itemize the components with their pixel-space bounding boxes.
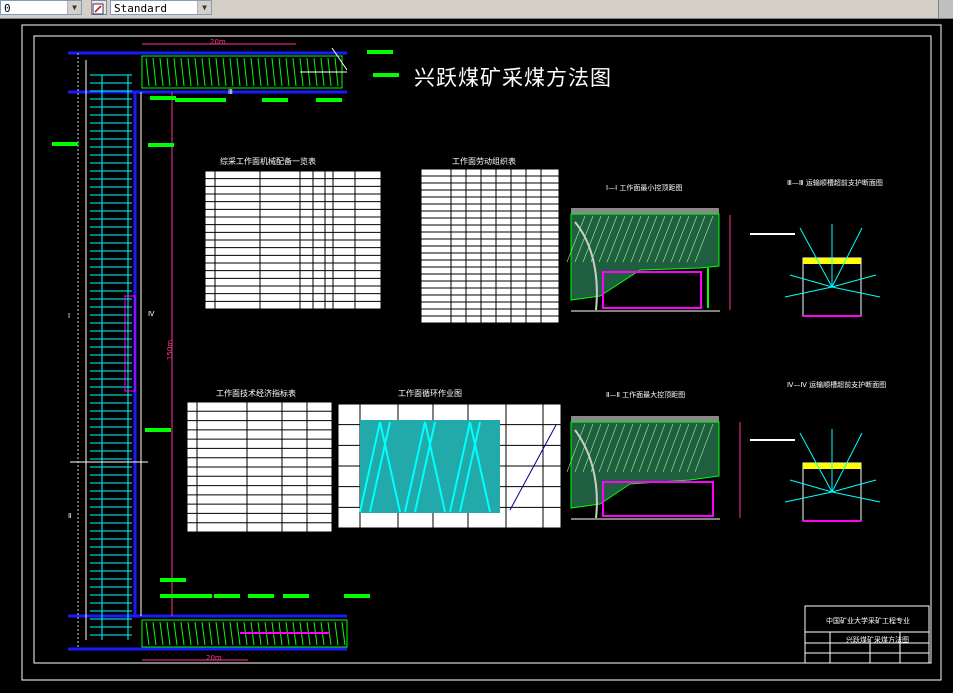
labor-table xyxy=(420,168,560,324)
working-face xyxy=(70,53,173,649)
outer-frame xyxy=(21,24,942,681)
table1-title: 综采工作面机械配备一览表 xyxy=(220,157,316,166)
chevron-down-icon[interactable]: ▼ xyxy=(197,1,211,14)
dim-side: 150m xyxy=(166,339,175,361)
section-I-I xyxy=(566,208,731,312)
section-II-II xyxy=(566,416,741,520)
text-style-icon[interactable] xyxy=(91,0,107,15)
dim-bottom: 20m xyxy=(206,654,222,662)
text-style-value: Standard xyxy=(114,2,167,15)
marker-I: Ⅰ xyxy=(68,312,71,320)
table4-title: 工作面循环作业图 xyxy=(398,389,462,398)
cycle-chart xyxy=(337,403,562,529)
section2-title: Ⅱ—Ⅱ 工作面最大控顶距图 xyxy=(606,391,686,399)
tech-econ-table xyxy=(186,401,333,533)
title-block-school: 中国矿业大学采矿工程专业 xyxy=(826,617,910,625)
section-III-III xyxy=(750,224,881,317)
section4-title: Ⅳ—Ⅳ 运输顺槽超前支护断面图 xyxy=(787,381,887,389)
equipment-table xyxy=(204,170,382,310)
text-style-combo[interactable]: Standard ▼ xyxy=(110,0,212,15)
layer-combo-value: 0 xyxy=(4,2,11,15)
table2-title: 工作面劳动组织表 xyxy=(452,157,516,166)
marker-IV: Ⅳ xyxy=(148,310,155,318)
drawing-canvas[interactable] xyxy=(0,18,953,693)
title-block-name: 兴跃煤矿采煤方法图 xyxy=(846,636,909,644)
chevron-down-icon[interactable]: ▼ xyxy=(67,1,81,14)
dim-top: 20m xyxy=(210,38,226,46)
section3-title: Ⅲ—Ⅲ 运输顺槽超前支护断面图 xyxy=(787,179,883,187)
top-roadway xyxy=(68,43,348,94)
marker-II: Ⅱ xyxy=(68,512,72,520)
section-IV-IV xyxy=(750,429,881,522)
layer-combo[interactable]: 0 ▼ xyxy=(0,0,82,15)
toolbar: 0 ▼ Standard ▼ xyxy=(0,0,953,19)
drawing-title: 兴跃煤矿采煤方法图 xyxy=(414,66,612,90)
marker-III: Ⅲ xyxy=(228,88,233,96)
table3-title: 工作面技术经济指标表 xyxy=(216,389,296,398)
toolbar-edge xyxy=(938,0,953,18)
section1-title: Ⅰ—Ⅰ 工作面最小控顶距图 xyxy=(606,184,683,192)
